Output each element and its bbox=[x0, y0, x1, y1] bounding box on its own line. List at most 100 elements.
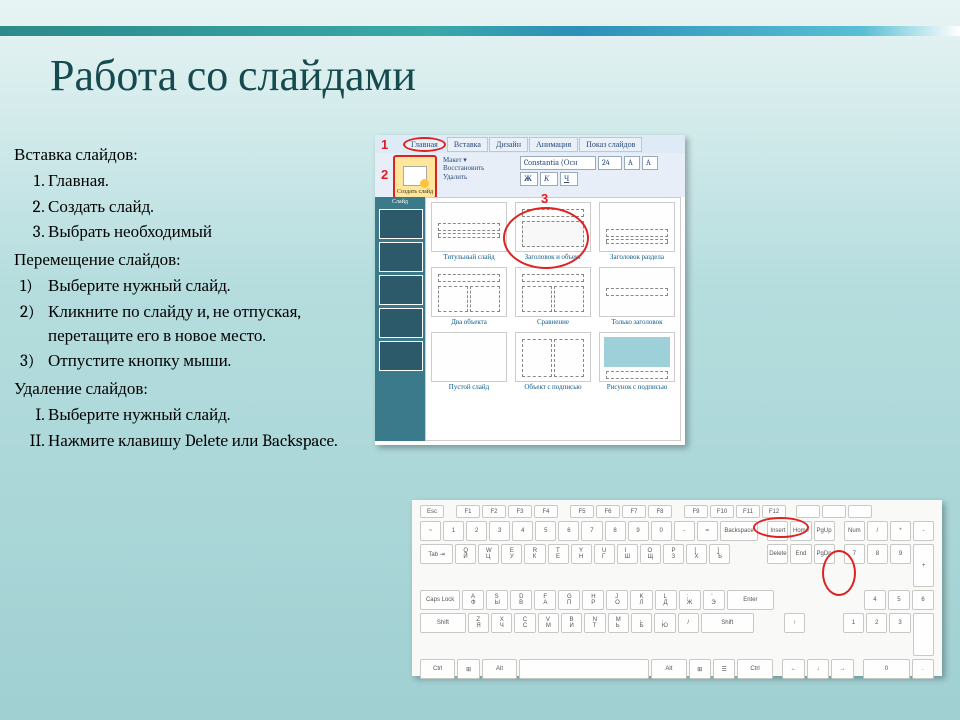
key-d[interactable]: DВ bbox=[510, 590, 532, 610]
font-shrink-button[interactable]: A bbox=[642, 156, 658, 170]
key-menu[interactable]: ☰ bbox=[713, 659, 735, 679]
key-comma[interactable]: ,Б bbox=[631, 613, 652, 633]
key-delete[interactable]: Delete bbox=[767, 544, 788, 564]
font-name-select[interactable]: Constantia (Осн bbox=[520, 156, 596, 170]
key-up[interactable]: ↑ bbox=[784, 613, 805, 633]
key-f9[interactable]: F9 bbox=[684, 505, 708, 518]
cmd-restore[interactable]: Восстановить bbox=[443, 164, 513, 172]
key-9[interactable]: 9 bbox=[628, 521, 649, 541]
tab-home[interactable]: Главная bbox=[403, 137, 446, 152]
key-g[interactable]: GП bbox=[558, 590, 580, 610]
key-nummul[interactable]: * bbox=[890, 521, 911, 541]
key-num8[interactable]: 8 bbox=[867, 544, 888, 564]
key-period[interactable]: .Ю bbox=[654, 613, 675, 633]
key-1[interactable]: 1 bbox=[443, 521, 464, 541]
key-minus[interactable]: - bbox=[674, 521, 695, 541]
key-f10[interactable]: F10 bbox=[710, 505, 734, 518]
key-enter[interactable]: Enter bbox=[727, 590, 775, 610]
slide-thumbnail[interactable] bbox=[379, 242, 423, 272]
key-numadd[interactable]: + bbox=[913, 544, 934, 587]
layout-option[interactable]: Два объекта bbox=[430, 267, 508, 326]
key-l[interactable]: LД bbox=[655, 590, 677, 610]
key-shift-left[interactable]: Shift bbox=[420, 613, 466, 633]
key-j[interactable]: JО bbox=[606, 590, 628, 610]
key-semicolon[interactable]: ;Ж bbox=[679, 590, 701, 610]
key-i[interactable]: IШ bbox=[617, 544, 638, 564]
key-tab[interactable]: Tab ⇥ bbox=[420, 544, 453, 564]
underline-button[interactable]: Ч bbox=[560, 172, 578, 186]
key-numlock[interactable]: Num bbox=[844, 521, 865, 541]
font-grow-button[interactable]: A bbox=[624, 156, 640, 170]
key-z[interactable]: ZЯ bbox=[468, 613, 489, 633]
key-n[interactable]: NТ bbox=[584, 613, 605, 633]
new-slide-button[interactable]: Создать слайд bbox=[393, 155, 437, 199]
key-m[interactable]: MЬ bbox=[608, 613, 629, 633]
key-7[interactable]: 7 bbox=[581, 521, 602, 541]
layout-option[interactable]: Заголовок раздела bbox=[598, 202, 676, 261]
key-u[interactable]: UГ bbox=[594, 544, 615, 564]
key-f4[interactable]: F4 bbox=[534, 505, 558, 518]
tab-slideshow[interactable]: Показ слайдов bbox=[579, 137, 642, 152]
key-f8[interactable]: F8 bbox=[648, 505, 672, 518]
key-f3[interactable]: F3 bbox=[508, 505, 532, 518]
key-e[interactable]: EУ bbox=[501, 544, 522, 564]
key-x[interactable]: XЧ bbox=[491, 613, 512, 633]
layout-option[interactable]: Рисунок с подписью bbox=[598, 332, 676, 391]
key-prtsc[interactable] bbox=[796, 505, 820, 518]
key-end[interactable]: End bbox=[790, 544, 811, 564]
layout-option[interactable]: Только заголовок bbox=[598, 267, 676, 326]
italic-button[interactable]: К bbox=[540, 172, 558, 186]
key-esc[interactable]: Esc bbox=[420, 505, 444, 518]
key-alt-left[interactable]: Alt bbox=[482, 659, 517, 679]
key-2[interactable]: 2 bbox=[466, 521, 487, 541]
key-o[interactable]: OЩ bbox=[640, 544, 661, 564]
layout-option[interactable]: Пустой слайд bbox=[430, 332, 508, 391]
key-tilde[interactable]: ~ bbox=[420, 521, 441, 541]
key-equals[interactable]: = bbox=[697, 521, 718, 541]
key-lbracket[interactable]: [Х bbox=[686, 544, 707, 564]
slide-thumbnail[interactable] bbox=[379, 308, 423, 338]
key-num4[interactable]: 4 bbox=[864, 590, 886, 610]
bold-button[interactable]: Ж bbox=[520, 172, 538, 186]
key-b[interactable]: BИ bbox=[561, 613, 582, 633]
key-num2[interactable]: 2 bbox=[866, 613, 887, 633]
key-numdec[interactable]: . bbox=[912, 659, 934, 679]
cmd-delete[interactable]: Удалить bbox=[443, 173, 513, 181]
key-4[interactable]: 4 bbox=[512, 521, 533, 541]
font-size-select[interactable]: 24 bbox=[598, 156, 622, 170]
key-down[interactable]: ↓ bbox=[807, 659, 829, 679]
key-win-right[interactable]: ⊞ bbox=[689, 659, 711, 679]
key-space[interactable] bbox=[519, 659, 649, 679]
key-r[interactable]: RК bbox=[524, 544, 545, 564]
cmd-layout[interactable]: Макет ▾ bbox=[443, 156, 513, 164]
key-pause[interactable] bbox=[848, 505, 872, 518]
key-f11[interactable]: F11 bbox=[736, 505, 760, 518]
key-3[interactable]: 3 bbox=[489, 521, 510, 541]
key-win-left[interactable]: ⊞ bbox=[457, 659, 479, 679]
key-q[interactable]: QЙ bbox=[455, 544, 476, 564]
layout-option[interactable]: Объект с подписью bbox=[514, 332, 592, 391]
key-5[interactable]: 5 bbox=[535, 521, 556, 541]
key-w[interactable]: WЦ bbox=[478, 544, 499, 564]
slide-thumbnail[interactable] bbox=[379, 341, 423, 371]
key-rbracket[interactable]: ]Ъ bbox=[709, 544, 730, 564]
key-left[interactable]: ← bbox=[782, 659, 804, 679]
key-quote[interactable]: 'Э bbox=[703, 590, 725, 610]
key-h[interactable]: HР bbox=[582, 590, 604, 610]
key-p[interactable]: PЗ bbox=[663, 544, 684, 564]
key-ctrl-left[interactable]: Ctrl bbox=[420, 659, 455, 679]
key-f7[interactable]: F7 bbox=[622, 505, 646, 518]
key-k[interactable]: KЛ bbox=[630, 590, 652, 610]
key-0[interactable]: 0 bbox=[651, 521, 672, 541]
key-alt-right[interactable]: Alt bbox=[651, 659, 686, 679]
key-num3[interactable]: 3 bbox=[889, 613, 910, 633]
layout-option[interactable]: Заголовок и объект bbox=[514, 202, 592, 261]
key-6[interactable]: 6 bbox=[558, 521, 579, 541]
key-numdiv[interactable]: / bbox=[867, 521, 888, 541]
tab-insert[interactable]: Вставка bbox=[447, 137, 488, 152]
key-numenter[interactable] bbox=[913, 613, 934, 656]
slide-thumbnail[interactable] bbox=[379, 275, 423, 305]
key-f5[interactable]: F5 bbox=[570, 505, 594, 518]
key-backspace[interactable]: Backspace bbox=[720, 521, 758, 541]
key-8[interactable]: 8 bbox=[605, 521, 626, 541]
